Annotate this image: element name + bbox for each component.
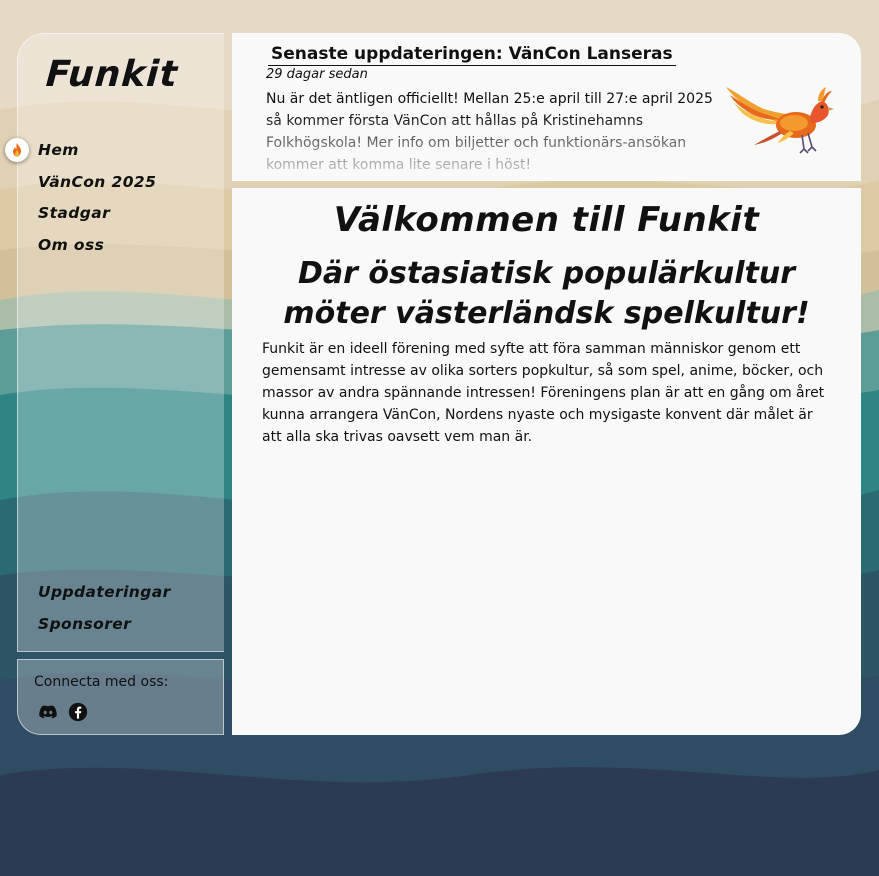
nav-item-hem[interactable]: Hem [38, 140, 156, 172]
social-icons [38, 702, 88, 722]
nav-item-vancon-2025[interactable]: VänCon 2025 [38, 172, 156, 204]
sidebar: Funkit Hem VänCon 2025 Stadgar Om oss Up… [5, 33, 224, 652]
main-content: Välkommen till Funkit Där östasiatisk po… [232, 188, 861, 735]
main-navigation: Hem VänCon 2025 Stadgar Om oss [38, 140, 156, 266]
nav-item-uppdateringar[interactable]: Uppdateringar [38, 582, 171, 614]
social-links-panel: Connecta med oss: [17, 659, 224, 735]
nav-item-stadgar[interactable]: Stadgar [38, 203, 156, 235]
latest-update-panel: Senaste uppdateringen: VänCon Lanseras 2… [232, 33, 861, 181]
page-subtitle: Där östasiatisk populärkultur möter väst… [283, 256, 810, 331]
page-title: Välkommen till Funkit [333, 200, 760, 240]
latest-update-date: 29 dagar sedan [266, 67, 368, 82]
discord-icon[interactable] [38, 702, 58, 722]
latest-update-title[interactable]: Senaste uppdateringen: VänCon Lanseras [268, 43, 676, 66]
social-label: Connecta med oss: [34, 674, 169, 690]
phoenix-illustration [726, 87, 834, 154]
facebook-icon[interactable] [68, 702, 88, 722]
flame-icon [5, 138, 29, 162]
secondary-navigation: Uppdateringar Sponsorer [38, 582, 171, 645]
nav-item-sponsorer[interactable]: Sponsorer [38, 614, 171, 646]
nav-item-om-oss[interactable]: Om oss [38, 235, 156, 267]
site-logo[interactable]: Funkit [45, 54, 180, 95]
intro-text: Funkit är en ideell förening med syfte a… [262, 341, 825, 445]
